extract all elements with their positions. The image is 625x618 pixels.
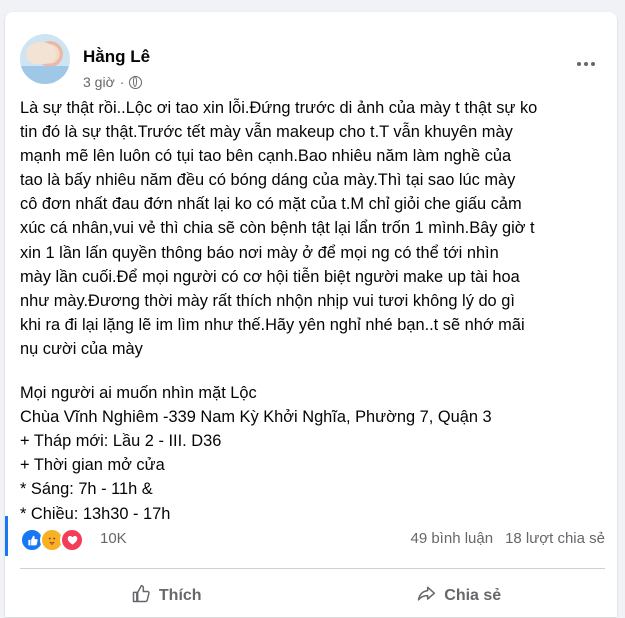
share-label: Chia sẻ <box>444 587 502 604</box>
post-meta: 3 giờ · <box>83 74 143 90</box>
post-actions: Thích Chia sẻ <box>20 574 605 618</box>
text-line: xin 1 lần lấn quyền thông báo nơi mày ở … <box>20 243 499 262</box>
text-line: nụ cười của mày <box>20 339 143 358</box>
text-line: Là sự thật rồi..Lộc ơi tao xin lỗi.Đứng … <box>20 99 538 117</box>
text-line: Chùa Vĩnh Nghiêm -339 Nam Kỳ Khởi Nghĩa,… <box>20 408 492 427</box>
shares-count[interactable]: 18 lượt chia sẻ <box>505 530 605 547</box>
avatar-pillow <box>20 66 70 84</box>
post-text: Là sự thật rồi..Lộc ơi tao xin lỗi.Đứng … <box>20 96 605 546</box>
text-line: * Chiều: 13h30 - 17h <box>20 504 171 523</box>
text-line: khi ra đi lại lặng lẽ im lìm như thế.Hãy… <box>20 315 525 334</box>
text-line: * Sáng: 7h - 11h & <box>20 480 153 499</box>
like-button[interactable]: Thích <box>20 574 313 618</box>
thumbs-up-icon <box>131 584 151 609</box>
share-arrow-icon <box>416 584 436 609</box>
more-dot <box>584 62 588 66</box>
more-icon[interactable] <box>577 62 595 66</box>
text-line: tin đó là sự thật.Trước tết mày vẫn make… <box>20 123 513 142</box>
text-line: Mọi người ai muốn nhìn mặt Lộc <box>20 384 257 403</box>
more-dot <box>577 62 581 66</box>
left-accent-bar <box>5 516 8 556</box>
post-paragraph-2: Mọi người ai muốn nhìn mặt Lộc Chùa Vĩnh… <box>20 381 605 526</box>
globe-icon[interactable] <box>129 75 143 89</box>
text-line: mày lần cuối.Để mọi người có cơ hội tiễn… <box>20 267 520 286</box>
share-button[interactable]: Chia sẻ <box>313 574 606 618</box>
avatar-hair <box>26 42 56 64</box>
text-line: tao là bấy nhiêu năm đều có bóng dáng củ… <box>20 171 516 190</box>
post-time[interactable]: 3 giờ <box>83 74 115 90</box>
meta-separator: · <box>119 74 125 90</box>
text-line: + Tháp mới: Lầu 2 - III. D36 <box>20 432 222 451</box>
more-dot <box>591 62 595 66</box>
post-stats: 10K 49 bình luận 18 lượt chia sẻ <box>20 527 605 552</box>
text-line: như mày.Đương thời mày rất thích nhộn nh… <box>20 291 515 310</box>
reactions-count[interactable]: 10K <box>100 530 127 547</box>
author-name[interactable]: Hằng Lê <box>83 47 150 67</box>
comments-count[interactable]: 49 bình luận <box>410 530 493 547</box>
text-line: xúc cá nhân,vui vẻ thì chia sẽ còn bệnh … <box>20 219 535 238</box>
post-card: Hằng Lê 3 giờ · Là sự thật rồi..Lộc ơi t… <box>5 12 617 617</box>
engagement-stats: 49 bình luận 18 lượt chia sẻ <box>410 530 605 547</box>
love-reaction-icon <box>60 528 84 552</box>
avatar[interactable] <box>20 34 70 84</box>
text-line: mạnh mẽ lên luôn có tụi tao bên cạnh.Bao… <box>20 147 512 166</box>
text-line: + Thời gian mở cửa <box>20 456 165 475</box>
actions-divider <box>20 568 605 569</box>
post-paragraph-1: Là sự thật rồi..Lộc ơi tao xin lỗi.Đứng … <box>20 96 605 361</box>
like-label: Thích <box>158 587 202 604</box>
reaction-icons[interactable] <box>20 528 84 552</box>
text-line: cô đơn nhất đau đớn nhất lại ko có mặt c… <box>20 195 522 214</box>
